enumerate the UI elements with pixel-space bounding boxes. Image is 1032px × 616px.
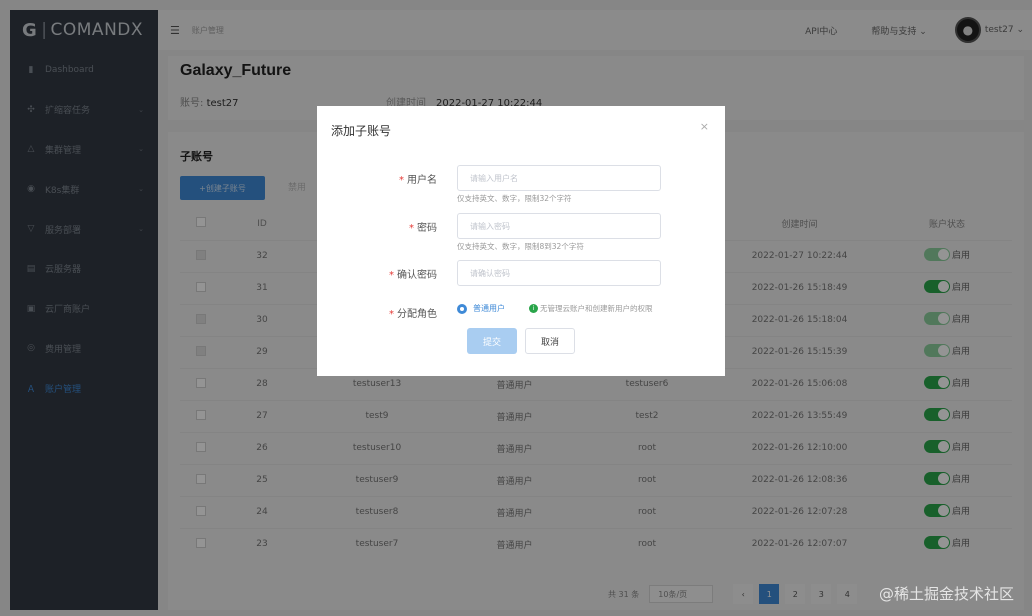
role-option-label[interactable]: 普通用户 bbox=[473, 303, 505, 314]
role-radio-group: 普通用户 i 无管理云账户和创建新用户的权限 bbox=[457, 303, 653, 314]
role-radio[interactable] bbox=[457, 303, 467, 314]
password-input[interactable] bbox=[457, 213, 661, 239]
username-label: * 用户名 bbox=[399, 171, 437, 186]
watermark: @稀土掘金技术社区 bbox=[878, 585, 1014, 603]
username-hint: 仅支持英文、数字，限制32个字符 bbox=[457, 194, 572, 203]
dialog-title: 添加子账号 bbox=[331, 124, 392, 138]
role-note: i 无管理云账户和创建新用户的权限 bbox=[529, 303, 653, 314]
confirm-password-label-text: 确认密码 bbox=[397, 270, 437, 281]
info-icon: i bbox=[529, 304, 538, 313]
required-mark: * bbox=[409, 223, 414, 234]
required-mark: * bbox=[389, 309, 394, 320]
required-mark: * bbox=[389, 270, 394, 281]
role-note-text: 无管理云账户和创建新用户的权限 bbox=[540, 304, 653, 313]
password-hint: 仅支持英文、数字，限制8到32个字符 bbox=[457, 242, 584, 251]
confirm-password-label: * 确认密码 bbox=[389, 266, 437, 281]
password-label: * 密码 bbox=[409, 219, 437, 234]
password-label-text: 密码 bbox=[417, 223, 437, 234]
cancel-button[interactable]: 取消 bbox=[525, 328, 575, 354]
close-icon[interactable]: × bbox=[700, 120, 709, 133]
add-subaccount-dialog: 添加子账号 × *用户名 仅支持英文、数字，限制32个字符 *密码 仅支持英文、… bbox=[317, 106, 725, 376]
username-input[interactable] bbox=[457, 165, 661, 191]
role-label-text: 分配角色 bbox=[397, 309, 437, 320]
required-mark: * bbox=[399, 175, 404, 186]
submit-button[interactable]: 提交 bbox=[467, 328, 517, 354]
username-label-text: 用户名 bbox=[407, 175, 437, 186]
role-label: * 分配角色 bbox=[389, 305, 437, 320]
confirm-password-input[interactable] bbox=[457, 260, 661, 286]
